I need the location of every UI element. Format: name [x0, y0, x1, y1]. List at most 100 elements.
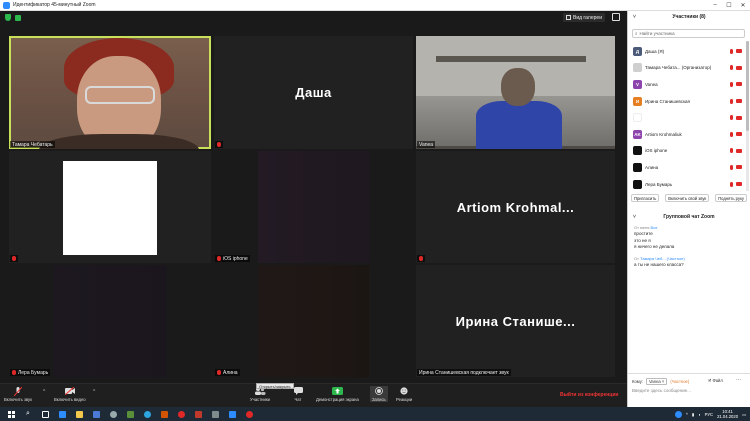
participant-list-scrollbar[interactable]	[746, 41, 749, 191]
share-screen-button[interactable]: Демонстрация экрана	[316, 386, 359, 402]
record-icon	[373, 386, 385, 396]
video-options-chevron-icon[interactable]: ^	[93, 389, 95, 395]
mic-muted-icon	[730, 48, 733, 54]
video-glasses	[85, 86, 155, 104]
yandex-icon[interactable]	[175, 409, 187, 419]
leave-meeting-button[interactable]: Выйти из конференции	[560, 392, 619, 398]
lock-icon[interactable]	[15, 15, 21, 21]
video-body	[39, 134, 199, 149]
participant-row[interactable]: Лера Бумарь	[628, 176, 750, 193]
participant-status	[730, 81, 742, 87]
network-icon[interactable]: ▮	[692, 412, 694, 417]
collapse-chevron-icon[interactable]: ˅	[633, 14, 636, 20]
mic-muted-icon	[730, 98, 733, 104]
meeting-info[interactable]	[5, 14, 21, 21]
participant-row[interactable]: Тамара Чебата... (Организатор)	[628, 60, 750, 77]
unmute-button[interactable]: Включить звук	[4, 386, 32, 402]
app-icon[interactable]	[158, 409, 170, 419]
tray-chevron-icon[interactable]: ^	[686, 412, 688, 417]
share-screen-icon	[331, 386, 343, 396]
video-tile-dasha[interactable]: Даша	[214, 36, 413, 149]
participant-row[interactable]: И Ирина Станишевская	[628, 93, 750, 110]
video-off-icon	[736, 115, 742, 120]
store-icon[interactable]	[90, 409, 102, 419]
volume-icon[interactable]: ◖	[698, 412, 701, 417]
telegram-icon[interactable]	[141, 409, 153, 419]
video-tile-artiom[interactable]: Artiom Krohmal...	[416, 151, 615, 263]
settings-icon[interactable]	[107, 409, 119, 419]
start-video-button[interactable]: Включить видео	[54, 386, 86, 402]
video-off-icon	[736, 182, 742, 187]
weather-icon[interactable]	[674, 410, 682, 418]
participants-title: Участники (8)	[672, 14, 706, 20]
dropbox-icon[interactable]	[56, 409, 68, 419]
chat-message: а ты не нашего класса?	[634, 262, 684, 268]
video-tile-alina[interactable]: Алина	[214, 265, 413, 377]
participant-name: iOS iphone	[645, 148, 668, 154]
shield-icon[interactable]	[5, 14, 11, 21]
chat-button[interactable]: Чат	[292, 386, 304, 402]
scrollbar-thumb[interactable]	[746, 41, 749, 131]
chat-input[interactable]: Введите здесь сообщение...	[632, 388, 745, 398]
minimize-button[interactable]: –	[708, 2, 722, 8]
file-button[interactable]: 🗎 Файл	[708, 378, 723, 385]
search-placeholder: Найти участника	[639, 31, 675, 36]
avatar	[633, 113, 642, 123]
white-video-frame	[63, 161, 157, 255]
explorer-icon[interactable]	[73, 409, 85, 419]
video-tile-tamara[interactable]: Тамара Чебатарь	[9, 36, 211, 149]
mic-muted-icon	[730, 164, 733, 170]
avatar	[633, 63, 642, 73]
participant-row[interactable]	[628, 109, 750, 126]
participant-name: Artiom Krohmaliuk	[645, 131, 682, 137]
reactions-button[interactable]: Реакции	[396, 386, 412, 402]
avatar: AK	[633, 129, 642, 139]
collapse-chevron-icon[interactable]: ˅	[633, 214, 636, 220]
windows-logo-icon	[7, 410, 15, 418]
task-view-icon[interactable]	[39, 409, 51, 419]
more-icon[interactable]: ···	[736, 377, 741, 383]
start-button[interactable]	[5, 409, 17, 419]
participant-row[interactable]: AK Artiom Krohmaliuk	[628, 126, 750, 143]
participant-status	[730, 164, 742, 170]
participant-row[interactable]: Д Даша (Я)	[628, 43, 750, 60]
video-off-icon	[736, 82, 742, 87]
close-button[interactable]: ✕	[736, 2, 750, 9]
clock[interactable]: 10:41 21.04.2020	[717, 409, 738, 419]
zoom-window: Идентификатор 45-минутный Zoom – ☐ ✕ Вид…	[0, 0, 750, 421]
search-taskbar-icon[interactable]: ⌕	[22, 409, 34, 419]
participant-search-input[interactable]: ⌕ Найти участника	[632, 29, 745, 38]
chat-header: ˅ Групповой чат Zoom	[628, 212, 750, 222]
participant-row[interactable]: V Vanea	[628, 76, 750, 93]
media-icon[interactable]	[209, 409, 221, 419]
notifications-icon[interactable]: ▭	[742, 412, 746, 417]
fullscreen-icon[interactable]	[612, 13, 620, 21]
recipient-select[interactable]: Vanea ˅	[645, 378, 668, 385]
video-tile-blank[interactable]	[9, 151, 211, 263]
dark-video	[214, 151, 413, 263]
invite-button[interactable]: Пригласить	[630, 194, 660, 202]
bird-app-icon[interactable]	[192, 409, 204, 419]
audio-options-chevron-icon[interactable]: ^	[43, 389, 45, 395]
video-tile-vanea[interactable]: Vanea	[416, 36, 615, 149]
zoom-taskbar-icon[interactable]	[226, 409, 238, 419]
language-indicator[interactable]: РУС	[705, 412, 713, 417]
participant-row[interactable]: Алина	[628, 159, 750, 176]
record-button[interactable]: Запись	[370, 386, 388, 402]
chat-title: Групповой чат Zoom	[663, 214, 715, 220]
mic-muted-icon	[12, 386, 24, 396]
gallery-view-button[interactable]: Вид галереи	[563, 13, 605, 22]
opera-icon[interactable]	[243, 409, 255, 419]
video-tile-irina[interactable]: Ирина Станише... Ирина Станишевская подк…	[416, 265, 615, 377]
unmute-self-button[interactable]: Включить свой звук	[665, 194, 710, 202]
raise-hand-button[interactable]: Поднять руку	[715, 194, 748, 202]
grid-icon	[566, 15, 571, 20]
video-tile-lera[interactable]: Лера Бумарь	[9, 265, 211, 377]
maximize-button[interactable]: ☐	[722, 2, 736, 9]
participant-row[interactable]: iOS iphone	[628, 143, 750, 160]
video-tile-ios-iphone[interactable]: iOS iphone	[214, 151, 413, 263]
dark-video	[214, 265, 413, 377]
video-off-icon	[736, 148, 742, 153]
chat-bubble-icon	[292, 386, 304, 396]
minecraft-icon[interactable]	[124, 409, 136, 419]
